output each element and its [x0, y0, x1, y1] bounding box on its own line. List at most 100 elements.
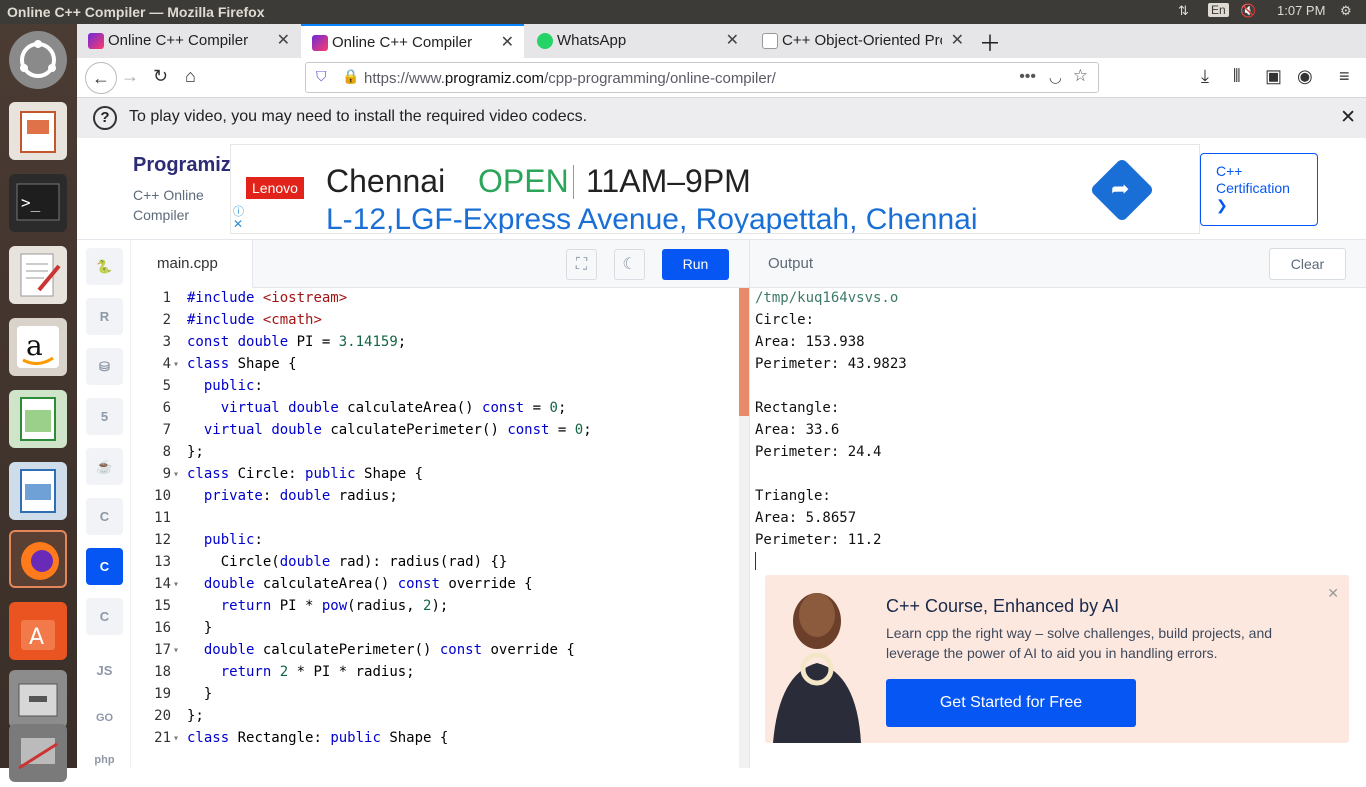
amazon-icon[interactable]: a [9, 318, 67, 376]
tab-3[interactable]: WhatsApp ✕ [526, 24, 749, 58]
draw-icon[interactable] [9, 462, 67, 520]
programiz-logo[interactable]: Programiz [133, 154, 231, 177]
ubuntu-logo-icon[interactable] [9, 31, 67, 89]
html-icon[interactable]: 5 [86, 398, 123, 435]
help-icon[interactable]: ? [93, 106, 117, 130]
code-line[interactable]: 15 return PI * pow(radius, 2); [131, 598, 731, 620]
tab-4[interactable]: C++ Object-Oriented Pro ✕ [751, 24, 974, 58]
close-tab-icon[interactable]: ✕ [726, 30, 739, 50]
library-icon[interactable]: ⫴ [1233, 66, 1241, 87]
line-number: 16 [154, 620, 171, 636]
fold-toggle-icon[interactable]: ▾ [173, 645, 179, 656]
code-line[interactable]: 3 const double PI = 3.14159; [131, 334, 731, 356]
volume-muted-icon[interactable]: 🔇 [1240, 3, 1256, 19]
lock-icon[interactable]: 🔒 [342, 68, 359, 85]
reload-icon[interactable]: ↻ [153, 66, 168, 87]
clock[interactable]: 1:07 PM [1277, 3, 1325, 18]
close-tab-icon[interactable]: ✕ [951, 30, 964, 50]
fullscreen-icon[interactable]: ⛶ [566, 249, 597, 280]
fold-toggle-icon[interactable]: ▾ [173, 359, 179, 370]
code-line[interactable]: 9 ▾ class Circle: public Shape { [131, 466, 731, 488]
ad-close-icon[interactable]: ✕ [233, 217, 243, 231]
python-icon[interactable]: 🐍 [86, 248, 123, 285]
code-editor[interactable]: 1 #include <iostream> 2 #include <cmath> 3 co… [131, 288, 739, 768]
account-icon[interactable]: ◉ [1297, 66, 1313, 87]
scrollbar-thumb[interactable] [739, 288, 749, 416]
code-line[interactable]: 1 #include <iostream> [131, 290, 731, 312]
power-icon[interactable]: ⚙ [1340, 3, 1352, 19]
calc-icon[interactable] [9, 390, 67, 448]
code-text: virtual double calculatePerimeter() cons… [203, 422, 592, 438]
page-actions-icon[interactable]: ••• [1019, 68, 1036, 86]
java-icon[interactable]: ☕ [86, 448, 123, 485]
line-number: 9 [162, 466, 171, 482]
code-line[interactable]: 19 } [131, 686, 731, 708]
r-language-icon[interactable]: R [86, 298, 123, 335]
bookmark-star-icon[interactable]: ☆ [1073, 66, 1088, 86]
pocket-icon[interactable]: ◡ [1049, 68, 1062, 86]
editor-scrollbar[interactable] [739, 288, 749, 768]
code-line[interactable]: 2 #include <cmath> [131, 312, 731, 334]
fold-toggle-icon[interactable]: ▾ [173, 579, 179, 590]
dark-mode-icon[interactable]: ☾ [614, 249, 645, 280]
output-cursor [755, 552, 756, 570]
advertisement-banner[interactable]: Lenovo Chennai OPEN 11AM–9PM L-12,LGF-Ex… [230, 144, 1200, 234]
close-tab-icon[interactable]: ✕ [501, 32, 514, 52]
certification-button[interactable]: C++ Certification ❯ [1200, 153, 1318, 226]
go-icon[interactable]: GO [86, 700, 123, 737]
url-text[interactable]: https://www.programiz.com/cpp-programmin… [364, 70, 776, 87]
menu-icon[interactable]: ≡ [1339, 66, 1350, 87]
code-line[interactable]: 16 } [131, 620, 731, 642]
get-started-button[interactable]: Get Started for Free [886, 679, 1136, 727]
javascript-icon[interactable]: JS [86, 652, 123, 689]
database-icon[interactable]: ⛁ [86, 348, 123, 385]
sidebar-icon[interactable]: ▣ [1265, 66, 1282, 87]
php-icon[interactable]: php [86, 748, 123, 768]
code-line[interactable]: 8}; [131, 444, 731, 466]
downloads-icon[interactable]: ⤓ [1201, 66, 1209, 87]
tab-2-active[interactable]: Online C++ Compiler ✕ [301, 24, 524, 58]
back-icon[interactable]: ← [85, 62, 117, 94]
code-line[interactable]: 18 return 2 * PI * radius; [131, 664, 731, 686]
home-icon[interactable]: ⌂ [185, 66, 196, 87]
c-language-icon[interactable]: C [86, 498, 123, 535]
terminal-icon[interactable]: >_ [9, 174, 67, 232]
code-line[interactable]: 17 ▾ double calculatePerimeter() const ov… [131, 642, 731, 664]
run-button[interactable]: Run [662, 249, 729, 280]
fold-toggle-icon[interactable]: ▾ [173, 469, 179, 480]
code-line[interactable]: 12 public: [131, 532, 731, 554]
text-editor-icon[interactable] [9, 246, 67, 304]
code-line[interactable]: 13 Circle(double rad): radius(rad) {} [131, 554, 731, 576]
keyboard-layout[interactable]: En [1208, 3, 1229, 17]
software-center-icon[interactable]: A [9, 602, 67, 660]
forward-icon[interactable]: → [121, 66, 139, 87]
csharp-language-icon[interactable]: C [86, 598, 123, 635]
file-tab[interactable]: main.cpp [131, 240, 253, 288]
impress-icon[interactable] [9, 102, 67, 160]
clear-button[interactable]: Clear [1269, 248, 1346, 280]
promo-card: ✕ C++ Course, Enhanced by AI Learn cpp t… [765, 575, 1349, 743]
url-bar[interactable]: ⛉ 🔒 https://www.programiz.com/cpp-progra… [305, 62, 1099, 93]
fold-toggle-icon[interactable]: ▾ [173, 733, 179, 744]
code-line[interactable]: 6 virtual double calculateArea() const =… [131, 400, 731, 422]
network-icon[interactable]: ⇅ [1178, 3, 1189, 19]
code-line[interactable]: 14 ▾ double calculateArea() const overrid… [131, 576, 731, 598]
code-line[interactable]: 5 public: [131, 378, 731, 400]
tab-1[interactable]: Online C++ Compiler ✕ [77, 24, 300, 58]
new-tab-icon[interactable]: ＋ [979, 26, 1009, 60]
cpp-language-icon[interactable]: C [86, 548, 123, 585]
shield-icon[interactable]: ⛉ [316, 68, 327, 85]
code-line[interactable]: 21 ▾ class Rectangle: public Shape { [131, 730, 731, 752]
firefox-icon[interactable] [9, 530, 67, 588]
code-line[interactable]: 4 ▾ class Shape { [131, 356, 731, 378]
close-notification-icon[interactable]: ✕ [1340, 106, 1356, 129]
trash-icon[interactable] [9, 724, 67, 782]
files-icon[interactable] [9, 670, 67, 728]
code-line[interactable]: 11 [131, 510, 731, 532]
close-promo-icon[interactable]: ✕ [1327, 585, 1339, 602]
close-tab-icon[interactable]: ✕ [277, 30, 290, 50]
code-line[interactable]: 7 virtual double calculatePerimeter() co… [131, 422, 731, 444]
line-number: 8 [162, 444, 171, 460]
code-line[interactable]: 20}; [131, 708, 731, 730]
code-line[interactable]: 10 private: double radius; [131, 488, 731, 510]
